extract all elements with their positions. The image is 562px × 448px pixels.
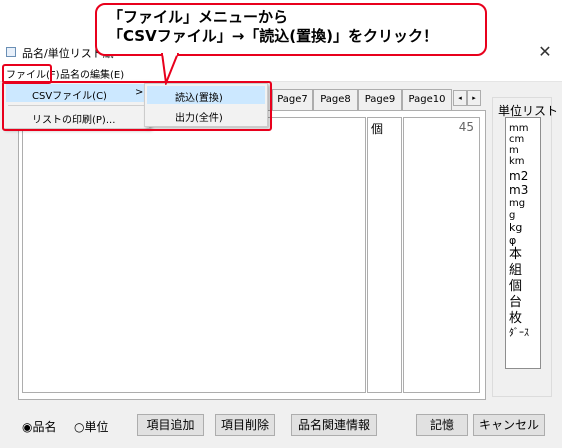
radio-unit-label: 単位 (84, 420, 109, 434)
item-name-column[interactable] (22, 117, 366, 393)
count-column[interactable] (403, 117, 480, 393)
unit-item[interactable]: 個 (509, 280, 522, 293)
unit-item[interactable]: 本 (509, 248, 522, 261)
tab-scroll-right-icon[interactable]: ▸ (467, 90, 481, 106)
radio-item-name[interactable]: ◉品名 (22, 418, 57, 435)
unit-item[interactable]: 台 (509, 296, 522, 309)
close-icon[interactable]: ✕ (535, 42, 555, 62)
callout-text: 「ファイル」メニューから 「CSVファイル」→「読込(置換)」をクリック！ (108, 8, 438, 46)
unit-item[interactable]: 枚 (509, 312, 522, 325)
callout-line-2: 「CSVファイル」→「読込(置換)」をクリック！ (108, 27, 438, 45)
callout-line-1: 「ファイル」メニューから (108, 8, 289, 26)
menu-edit[interactable]: 品名の編集(E) (60, 66, 124, 81)
tab-scroll-left-icon[interactable]: ◂ (453, 90, 467, 106)
radio-checked-icon: ◉ (22, 420, 33, 434)
unit-cell: 個 (371, 122, 384, 136)
tab-page8[interactable]: Page8 (313, 89, 358, 110)
unit-item[interactable]: km (509, 157, 525, 167)
count-cell: 45 (458, 120, 474, 134)
unit-item[interactable]: ﾀﾞｰｽ (509, 329, 529, 339)
cancel-button[interactable]: キャンセル (473, 414, 545, 436)
unit-item[interactable]: m (509, 146, 519, 156)
radio-unchecked-icon: ○ (74, 420, 85, 434)
unit-item[interactable]: 組 (509, 264, 522, 277)
unit-item[interactable]: mg (509, 199, 525, 209)
unit-column[interactable] (367, 117, 402, 393)
unit-item[interactable]: m2 (509, 170, 528, 182)
callout-pointer (160, 53, 180, 85)
unit-item[interactable]: kg (509, 222, 522, 233)
highlight-menu-path (2, 81, 272, 131)
unit-item[interactable]: g (509, 211, 515, 221)
tab-page9[interactable]: Page9 (358, 89, 402, 110)
save-button[interactable]: 記憶 (416, 414, 468, 436)
radio-item-name-label: 品名 (32, 420, 57, 434)
tab-page10[interactable]: Page10 (402, 89, 452, 110)
tab-page7[interactable]: Page7 (272, 89, 313, 110)
app-icon (6, 47, 16, 57)
unit-item[interactable]: φ (509, 235, 516, 246)
radio-unit[interactable]: ○単位 (74, 418, 109, 435)
delete-item-button[interactable]: 項目削除 (215, 414, 275, 436)
add-item-button[interactable]: 項目追加 (137, 414, 204, 436)
unit-item[interactable]: cm (509, 135, 524, 145)
item-info-button[interactable]: 品名関連情報 (291, 414, 377, 436)
unit-listbox[interactable]: mm cm m km m2 m3 mg g kg φ 本 組 個 台 枚 ﾀﾞｰ… (505, 117, 541, 369)
unit-item[interactable]: m3 (509, 184, 528, 196)
unit-item[interactable]: mm (509, 124, 528, 134)
